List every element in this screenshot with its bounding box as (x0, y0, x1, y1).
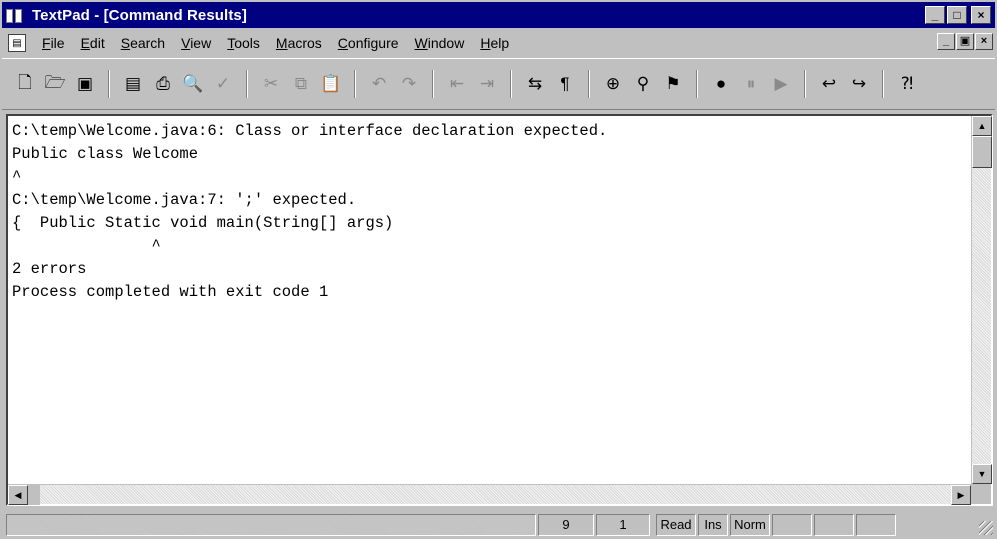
indent-icon[interactable]: ⇤ (442, 69, 472, 99)
pause-macro-icon[interactable]: ⏸ (736, 69, 766, 99)
paste-icon[interactable]: 📋 (316, 69, 346, 99)
minimize-button[interactable]: _ (925, 6, 945, 24)
window-title: TextPad - [Command Results] (32, 6, 247, 24)
output-line: Public class Welcome (12, 145, 199, 163)
pilcrow-icon[interactable]: ¶ (550, 69, 580, 99)
document-icon[interactable]: ▤ (8, 34, 26, 52)
toolbar: 🗋 🗁 ▣ ▤ ⎙ 🔍 ✓ ✂ ⧉ 📋 ↶ ↷ ⇤ ⇥ ⇆ ¶ ⊕ ⚲ ⚑ ● ⏸ ▶ ↩ ↪ ⁈ (2, 58, 995, 110)
document-properties-icon[interactable]: ▤ (118, 69, 148, 99)
find-icon[interactable]: ⊕ (598, 69, 628, 99)
previous-document-icon[interactable]: ↩ (814, 69, 844, 99)
context-help-icon[interactable]: ⁈ (892, 69, 922, 99)
status-blank-2 (814, 513, 854, 536)
output-line: ^ (12, 237, 161, 255)
toolbar-separator (804, 70, 806, 98)
record-macro-icon[interactable]: ● (706, 69, 736, 99)
print-preview-icon[interactable]: 🔍 (178, 69, 208, 99)
toolbar-separator (882, 70, 884, 98)
copy-icon[interactable]: ⧉ (286, 69, 316, 99)
toolbar-separator (510, 70, 512, 98)
toolbar-separator (246, 70, 248, 98)
scroll-left-arrow-icon[interactable]: ◀ (8, 485, 28, 505)
save-icon[interactable]: ▣ (70, 69, 100, 99)
status-message-area (6, 513, 536, 536)
word-wrap-icon[interactable]: ⇆ (520, 69, 550, 99)
spell-check-icon[interactable]: ✓ (208, 69, 238, 99)
status-column-number: 1 (596, 513, 650, 536)
menu-tools[interactable]: Tools (219, 35, 268, 51)
menu-file[interactable]: File (34, 35, 73, 51)
scroll-right-arrow-icon[interactable]: ▶ (951, 485, 971, 505)
status-insert-mode[interactable]: Ins (698, 513, 728, 536)
menu-bar: ▤ File Edit Search View Tools Macros Con… (2, 30, 995, 56)
document-minimize-button[interactable]: _ (937, 33, 955, 50)
textpad-window: TextPad - [Command Results] _ □ × ▤ File… (0, 0, 997, 539)
maximize-button[interactable]: □ (947, 6, 967, 24)
scroll-down-arrow-icon[interactable]: ▼ (972, 464, 992, 484)
menu-help[interactable]: Help (472, 35, 517, 51)
status-line-number: 9 (538, 513, 594, 536)
horizontal-scroll-thumb[interactable] (28, 485, 40, 505)
vertical-scrollbar[interactable]: ▲ ▼ (971, 116, 992, 484)
open-file-icon[interactable]: 🗁 (40, 69, 70, 99)
output-line: C:\temp\Welcome.java:6: Class or interfa… (12, 122, 608, 140)
toolbar-separator (696, 70, 698, 98)
find-next-icon[interactable]: ⚲ (628, 69, 658, 99)
toolbar-separator (354, 70, 356, 98)
toolbar-separator (432, 70, 434, 98)
menu-configure[interactable]: Configure (330, 35, 407, 51)
replace-icon[interactable]: ⚑ (658, 69, 688, 99)
title-bar[interactable]: TextPad - [Command Results] _ □ × (2, 2, 995, 28)
output-line: { Public Static void main(String[] args) (12, 214, 394, 232)
print-icon[interactable]: ⎙ (148, 69, 178, 99)
status-bar: 9 1 Read Ins Norm (2, 512, 995, 537)
resize-grip-icon[interactable] (979, 521, 993, 535)
menu-window[interactable]: Window (407, 35, 473, 51)
menu-view[interactable]: View (173, 35, 219, 51)
status-read-mode[interactable]: Read (656, 513, 696, 536)
status-blank-1 (772, 513, 812, 536)
toolbar-separator (588, 70, 590, 98)
cut-icon[interactable]: ✂ (256, 69, 286, 99)
output-text[interactable]: C:\temp\Welcome.java:6: Class or interfa… (12, 120, 967, 480)
horizontal-scrollbar[interactable]: ◀ ▶ (8, 484, 971, 505)
menu-edit[interactable]: Edit (73, 35, 113, 51)
output-line: C:\temp\Welcome.java:7: ';' expected. (12, 191, 357, 209)
toolbar-separator (108, 70, 110, 98)
scrollbar-corner (971, 484, 991, 504)
scroll-up-arrow-icon[interactable]: ▲ (972, 116, 992, 136)
outdent-icon[interactable]: ⇥ (472, 69, 502, 99)
output-line: 2 errors (12, 260, 87, 278)
undo-icon[interactable]: ↶ (364, 69, 394, 99)
document-close-button[interactable]: × (975, 33, 993, 50)
menu-search[interactable]: Search (113, 35, 173, 51)
new-file-icon[interactable]: 🗋 (10, 69, 40, 99)
textpad-app-icon[interactable] (6, 7, 24, 23)
command-results-pane[interactable]: C:\temp\Welcome.java:6: Class or interfa… (6, 114, 993, 506)
redo-icon[interactable]: ↷ (394, 69, 424, 99)
play-macro-icon[interactable]: ▶ (766, 69, 796, 99)
output-line: Process completed with exit code 1 (12, 283, 329, 301)
status-line-ending[interactable]: Norm (730, 513, 770, 536)
next-document-icon[interactable]: ↪ (844, 69, 874, 99)
vertical-scroll-thumb[interactable] (972, 136, 992, 168)
status-blank-3 (856, 513, 896, 536)
close-button[interactable]: × (971, 6, 991, 24)
menu-macros[interactable]: Macros (268, 35, 330, 51)
document-restore-button[interactable]: ▣ (956, 33, 974, 50)
output-line: ^ (12, 168, 22, 186)
